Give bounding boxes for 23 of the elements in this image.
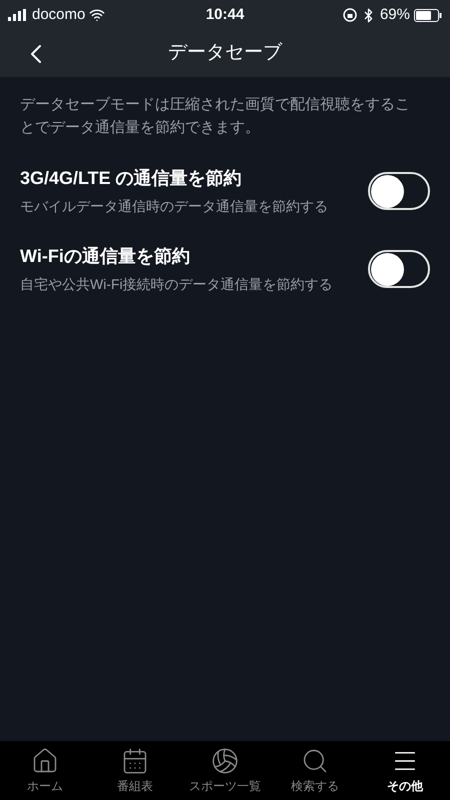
calendar-icon [121, 746, 149, 774]
page-title: データセーブ [168, 41, 282, 66]
signal-icon [8, 9, 28, 21]
clock-time: 10:44 [206, 4, 244, 25]
wifi-icon [89, 7, 106, 23]
tab-item[interactable]: ホーム [0, 746, 90, 794]
carrier-name: docomo [32, 4, 86, 25]
setting-description: モバイルデータ通信時のデータ通信量を節約する [20, 197, 329, 216]
rotation-lock-icon [342, 8, 357, 22]
setting-description: 自宅や公共Wi-Fi接続時のデータ通信量を節約する [20, 275, 334, 294]
tab-item[interactable]: スポーツ一覧 [180, 746, 270, 794]
tab-item[interactable]: 検索する [270, 746, 360, 794]
tab-item[interactable]: その他 [360, 746, 450, 794]
setting-title: Wi-Fiの通信量を節約 [20, 245, 191, 268]
tab-item[interactable]: 番組表 [90, 746, 180, 794]
toggle-switch[interactable] [368, 172, 430, 210]
home-icon [31, 746, 59, 774]
setting-title: 3G/4G/LTE の通信量を節約 [20, 167, 243, 190]
battery-percent: 69% [380, 4, 410, 25]
ball-icon [211, 746, 239, 774]
toggle-switch[interactable] [368, 250, 430, 288]
battery-icon [414, 8, 442, 22]
description-text: データセーブモードは圧縮された画質で配信視聴をすることでデータ通信量を節約できます。 [20, 95, 411, 138]
